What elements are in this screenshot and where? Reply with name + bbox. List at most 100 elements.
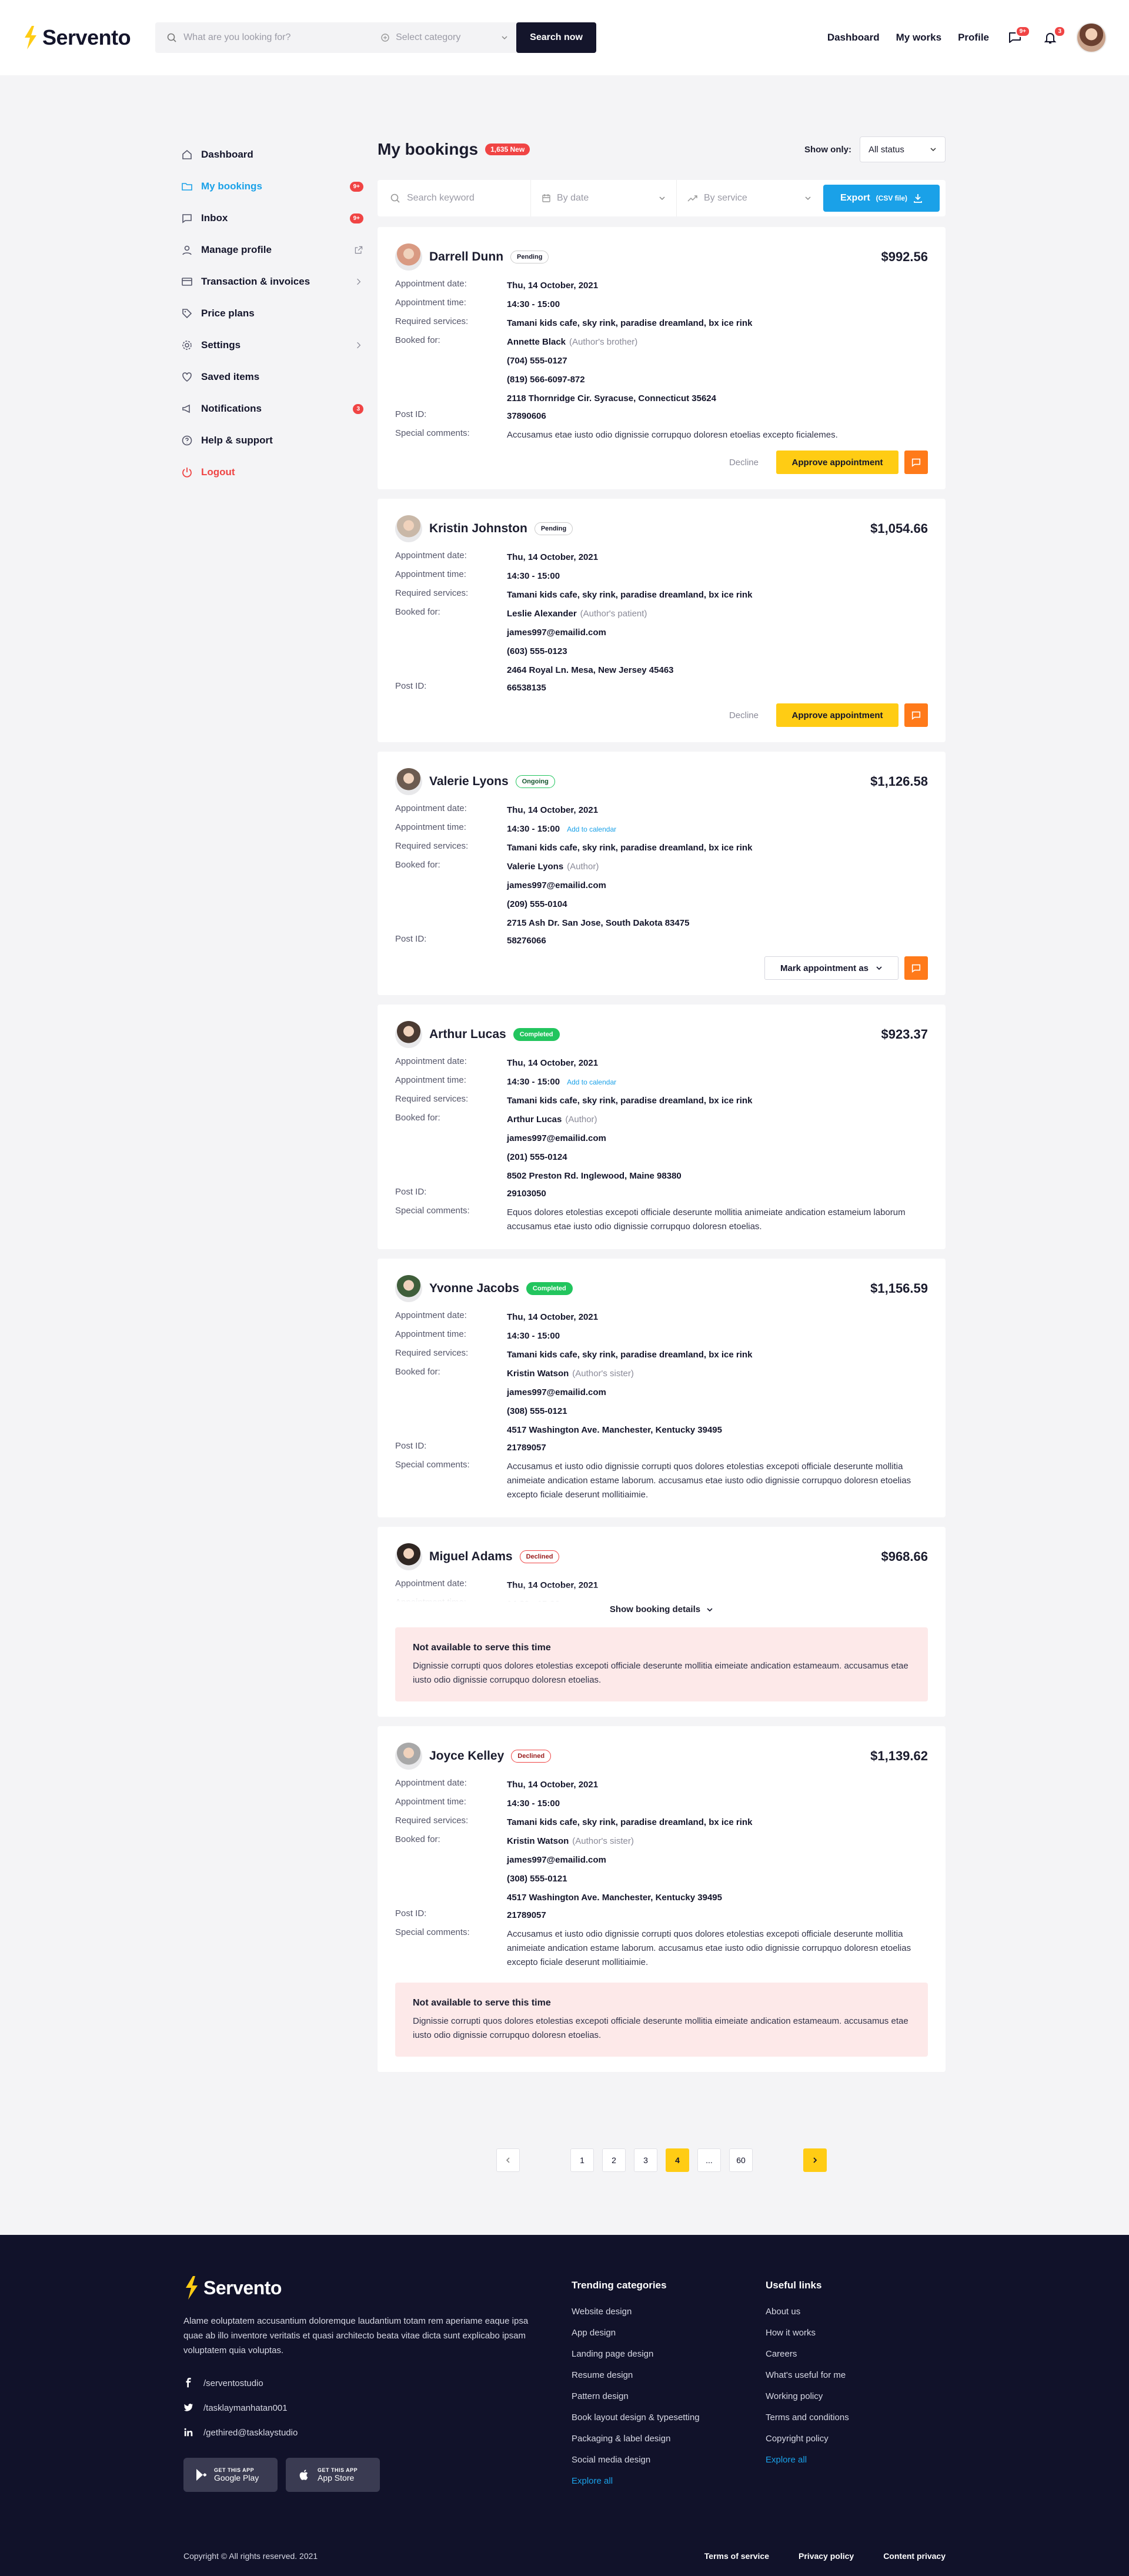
search-input[interactable] [183,32,349,43]
useful-explore-all[interactable]: Explore all [766,2449,849,2470]
useful-link[interactable]: About us [766,2301,849,2322]
appointment-time: 14:30 - 15:00 [507,1597,928,1602]
date-filter-label: By date [557,193,589,203]
trending-link[interactable]: Website design [572,2301,700,2322]
page-button[interactable]: 4 [666,2148,689,2172]
social-link[interactable]: /serventostudio [183,2371,560,2395]
facebook-icon [186,2378,191,2388]
nav-my-works[interactable]: My works [896,32,941,44]
sidebar-item-logout[interactable]: Logout [181,456,363,488]
app-download-button[interactable]: GET THIS APP App Store [286,2458,380,2492]
approve-appointment-button[interactable]: Approve appointment [776,703,898,727]
field-label: Required services: [395,588,469,598]
sidebar-item-notifications[interactable]: Notifications 3 [181,393,363,425]
customer-name[interactable]: Darrell Dunn [429,250,503,264]
social-link[interactable]: /tasklaymanhatan001 [183,2395,560,2420]
sidebar-item-help-support[interactable]: Help & support [181,425,363,456]
app-download-button[interactable]: GET THIS APP Google Play [183,2458,278,2492]
brand-logo[interactable]: Servento [22,25,131,50]
trending-link[interactable]: App design [572,2322,700,2343]
trending-link[interactable]: Book layout design & typesetting [572,2407,700,2428]
customer-name[interactable]: Miguel Adams [429,1550,513,1564]
customer-avatar[interactable] [395,515,422,542]
footer-logo[interactable]: Servento [183,2276,560,2300]
footer-bottom-link[interactable]: Content privacy [883,2551,946,2561]
page-button[interactable]: 3 [634,2148,657,2172]
trending-link[interactable]: Resume design [572,2364,700,2385]
add-to-calendar-link[interactable]: Add to calendar [567,825,616,833]
required-services: Tamani kids cafe, sky rink, paradise dre… [507,1350,753,1360]
nav-dashboard[interactable]: Dashboard [827,32,880,44]
customer-name[interactable]: Kristin Johnston [429,522,527,536]
customer-name[interactable]: Arthur Lucas [429,1027,506,1042]
booked-for-line: Arthur Lucas (Author) [507,1113,928,1127]
message-customer-button[interactable] [904,703,928,727]
field-label: Required services: [395,841,469,851]
customer-avatar[interactable] [395,1275,422,1302]
app-label-group: GET THIS APP Google Play [214,2467,259,2482]
useful-link[interactable]: Terms and conditions [766,2407,849,2428]
customer-avatar[interactable] [395,1543,422,1570]
page-button[interactable]: 1 [570,2148,594,2172]
message-customer-button[interactable] [904,956,928,980]
useful-link[interactable]: Careers [766,2343,849,2364]
user-avatar[interactable] [1076,22,1107,53]
field-label: Post ID: [395,681,427,691]
contact-line: james997@emailid.com [507,1387,606,1397]
notifications-button[interactable]: 3 [1041,26,1065,47]
trending-explore-all[interactable]: Explore all [572,2470,700,2491]
useful-link[interactable]: Copyright policy [766,2428,849,2449]
page-button[interactable]: 2 [602,2148,626,2172]
booking-price: $992.56 [881,249,928,264]
useful-link[interactable]: What's useful for me [766,2364,849,2385]
search-button[interactable]: Search now [516,22,597,53]
trending-link[interactable]: Social media design [572,2449,700,2470]
social-link[interactable]: /gethired@tasklaystudio [183,2420,560,2445]
sidebar-item-manage-profile[interactable]: Manage profile [181,234,363,266]
folder-icon [182,183,192,191]
messages-button[interactable]: 9+ [1006,26,1030,47]
nav-profile[interactable]: Profile [958,32,989,44]
approve-appointment-button[interactable]: Approve appointment [776,451,898,474]
category-select[interactable]: Select category [372,22,516,53]
show-booking-details-button[interactable]: Show booking details [395,1604,928,1614]
trending-link[interactable]: Pattern design [572,2385,700,2407]
customer-name[interactable]: Joyce Kelley [429,1749,504,1763]
sidebar-item-price-plans[interactable]: Price plans [181,298,363,329]
mark-appointment-dropdown[interactable]: Mark appointment as [764,956,898,980]
appointment-time-value: 14:30 - 15:00 [507,1331,560,1341]
useful-link[interactable]: Working policy [766,2385,849,2407]
decline-button[interactable]: Decline [729,458,759,468]
footer-bottom-link[interactable]: Privacy policy [799,2551,854,2561]
prev-page-button[interactable] [496,2148,520,2172]
sidebar-item-settings[interactable]: Settings [181,329,363,361]
customer-avatar[interactable] [395,243,422,271]
footer-bottom-link[interactable]: Terms of service [704,2551,769,2561]
customer-avatar[interactable] [395,1743,422,1770]
trending-link[interactable]: Packaging & label design [572,2428,700,2449]
message-customer-button[interactable] [904,451,928,474]
sidebar-item-inbox[interactable]: Inbox 9+ [181,202,363,234]
customer-avatar[interactable] [395,1021,422,1048]
field-label: Post ID: [395,409,427,419]
trending-link[interactable]: Landing page design [572,2343,700,2364]
sidebar-item-transaction-invoices[interactable]: Transaction & invoices [181,266,363,298]
decline-button[interactable]: Decline [729,710,759,720]
customer-name[interactable]: Yvonne Jacobs [429,1282,519,1296]
export-csv-button[interactable]: Export (CSV file) [823,185,940,212]
useful-link[interactable]: How it works [766,2322,849,2343]
customer-name[interactable]: Valerie Lyons [429,775,509,789]
date-filter-select[interactable]: By date [530,180,666,216]
top-header: Servento Select category Search now Dash… [0,0,1129,75]
add-to-calendar-link[interactable]: Add to calendar [567,1078,616,1086]
page-button[interactable]: 60 [729,2148,753,2172]
next-page-button[interactable] [803,2148,827,2172]
contact-line: james997@emailid.com [507,628,606,638]
sidebar-item-saved-items[interactable]: Saved items [181,361,363,393]
service-filter-select[interactable]: By service [676,180,811,216]
customer-avatar[interactable] [395,768,422,795]
status-filter-select[interactable]: All status [860,136,946,162]
sidebar-item-dashboard[interactable]: Dashboard [181,139,363,171]
keyword-search-input[interactable] [407,193,501,203]
sidebar-item-my-bookings[interactable]: My bookings 9+ [181,171,363,202]
